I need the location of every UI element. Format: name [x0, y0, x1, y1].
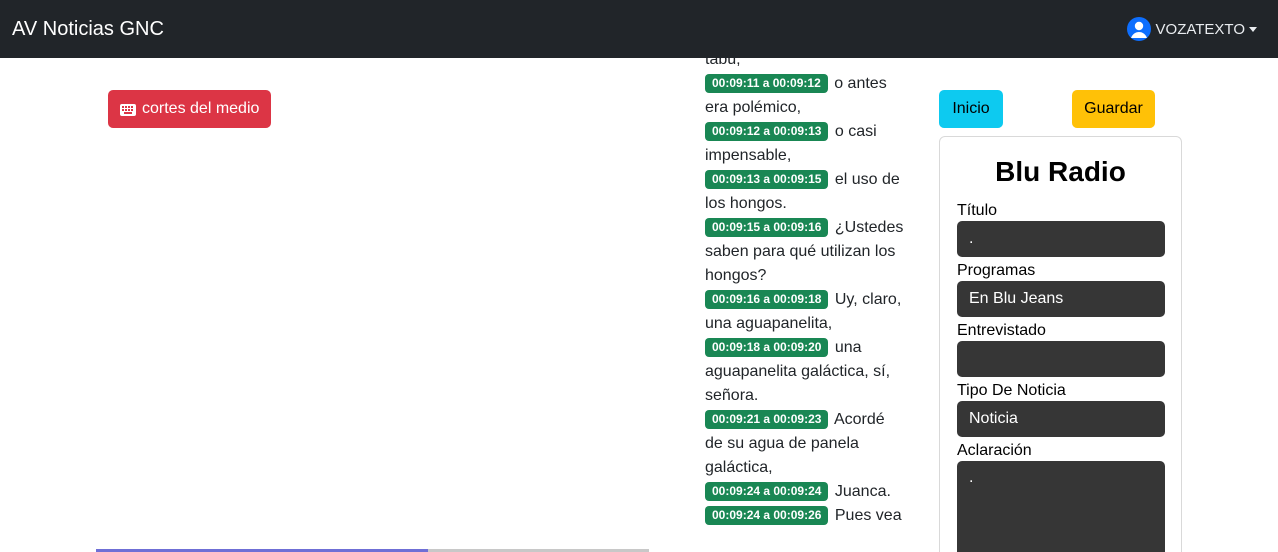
transcript-fragment: tabú, [705, 58, 741, 68]
timestamp-badge[interactable]: 00:09:13 a 00:09:15 [705, 170, 829, 189]
tipo-noticia-label: Tipo De Noticia [957, 382, 1066, 399]
transcript-segment: 00:09:24 a 00:09:26 Pues vea [705, 504, 905, 528]
timestamp-badge[interactable]: 00:09:24 a 00:09:24 [705, 482, 829, 501]
titulo-input[interactable] [957, 221, 1165, 257]
transcript-segment: 00:09:21 a 00:09:23 Acordé de su agua de… [705, 408, 905, 480]
user-menu[interactable]: VOZATEXTO [1126, 17, 1257, 41]
transcript-segment: 00:09:15 a 00:09:16 ¿Ustedes saben para … [705, 216, 905, 288]
entrevistado-input[interactable] [957, 341, 1165, 377]
timestamp-badge[interactable]: 00:09:21 a 00:09:23 [705, 410, 829, 429]
top-navbar: AV Noticias GNC VOZATEXTO [0, 0, 1278, 58]
cortes-del-medio-button[interactable]: cortes del medio [108, 90, 272, 128]
timestamp-badge[interactable]: 00:09:24 a 00:09:26 [705, 506, 829, 525]
transcript-segment: 00:09:16 a 00:09:18 Uy, claro, una aguap… [705, 288, 905, 336]
tipo-noticia-input[interactable] [957, 401, 1165, 437]
timestamp-badge[interactable]: 00:09:11 a 00:09:12 [705, 74, 828, 93]
transcript-segment: 00:09:18 a 00:09:20 una aguapanelita gal… [705, 336, 905, 408]
transcript-panel[interactable]: tabú, 00:09:11 a 00:09:12 o antes era po… [705, 58, 905, 552]
segment-text: Juanca. [834, 483, 891, 500]
user-name: VOZATEXTO [1155, 20, 1245, 38]
news-form-card: Blu Radio Título Programas Entrevistado … [939, 136, 1182, 552]
timestamp-badge[interactable]: 00:09:18 a 00:09:20 [705, 338, 829, 357]
timestamp-badge[interactable]: 00:09:16 a 00:09:18 [705, 290, 829, 309]
transcript-segment: 00:09:12 a 00:09:13 o casi impensable, [705, 120, 905, 168]
segment-text: Pues vea [834, 507, 902, 524]
transcript-segment: 00:09:13 a 00:09:15 el uso de los hongos… [705, 168, 905, 216]
transcript-list: tabú, 00:09:11 a 00:09:12 o antes era po… [705, 58, 905, 528]
timestamp-badge[interactable]: 00:09:12 a 00:09:13 [705, 122, 829, 141]
brand-title[interactable]: AV Noticias GNC [12, 18, 164, 41]
media-title: Blu Radio [995, 156, 1126, 187]
transcript-segment: 00:09:11 a 00:09:12 o antes era polémico… [705, 72, 905, 120]
keyboard-icon [120, 103, 136, 116]
caret-down-icon [1249, 26, 1257, 32]
titulo-label: Título [957, 202, 998, 219]
user-avatar-icon [1126, 17, 1151, 41]
transcript-segment: 00:09:24 a 00:09:24 Juanca. [705, 480, 905, 504]
cortes-label: cortes del medio [142, 100, 260, 117]
aclaracion-label: Aclaración [957, 442, 1032, 459]
guardar-button[interactable]: Guardar [1072, 90, 1155, 128]
aclaracion-textarea[interactable]: . [957, 461, 1165, 552]
entrevistado-label: Entrevistado [957, 322, 1046, 339]
inicio-button[interactable]: Inicio [939, 90, 1003, 128]
programas-label: Programas [957, 262, 1036, 279]
timestamp-badge[interactable]: 00:09:15 a 00:09:16 [705, 218, 829, 237]
programas-input[interactable] [957, 281, 1165, 317]
